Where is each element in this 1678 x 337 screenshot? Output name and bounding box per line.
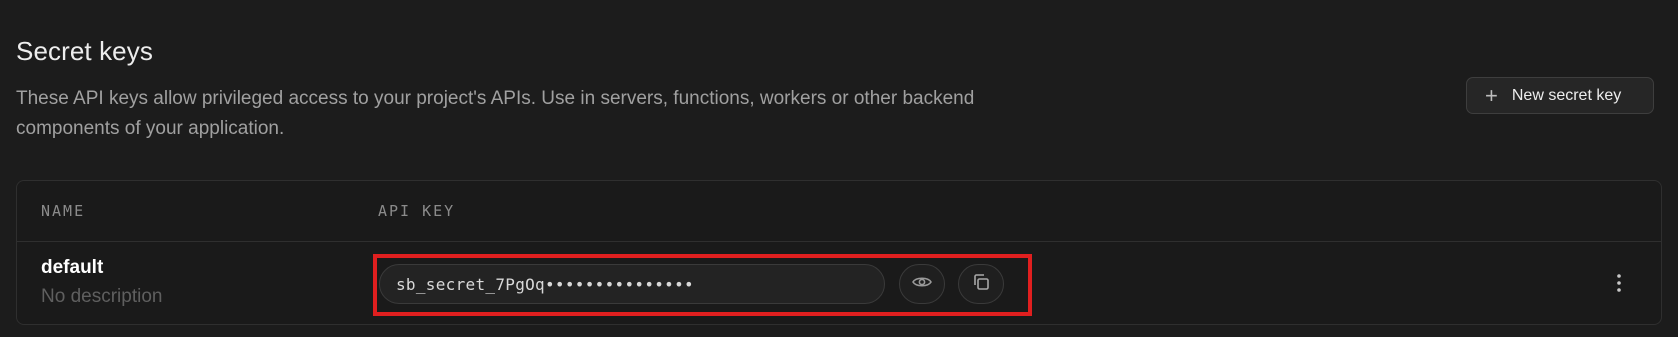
- key-description: No description: [41, 286, 163, 307]
- new-secret-key-label: New secret key: [1511, 86, 1622, 104]
- row-actions-button[interactable]: [1609, 272, 1629, 298]
- eye-icon: [912, 275, 932, 294]
- column-header-api-key: API KEY: [378, 202, 456, 220]
- copy-icon: [972, 273, 990, 296]
- column-header-name: NAME: [41, 202, 86, 220]
- more-vertical-icon: [1616, 273, 1622, 298]
- new-secret-key-button[interactable]: + New secret key: [1466, 77, 1654, 114]
- key-name: default: [41, 257, 104, 278]
- reveal-key-button[interactable]: [899, 264, 945, 304]
- section-description: These API keys allow privileged access t…: [16, 88, 975, 139]
- api-key-value: sb_secret_7PgOq•••••••••••••••: [396, 274, 694, 294]
- secret-keys-page: Secret keys These API keys allow privile…: [0, 0, 1678, 337]
- section-title: Secret keys: [16, 36, 153, 66]
- secret-keys-table: NAME API KEY default No description sb_s…: [16, 180, 1662, 325]
- plus-icon: +: [1485, 82, 1498, 108]
- api-key-field[interactable]: sb_secret_7PgOq•••••••••••••••: [379, 264, 885, 304]
- table-header: NAME API KEY: [17, 181, 1661, 242]
- copy-key-button[interactable]: [958, 264, 1004, 304]
